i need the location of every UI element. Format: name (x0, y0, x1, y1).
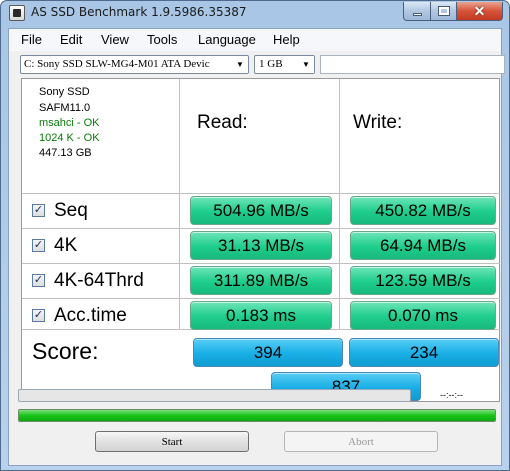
driver-status: msahci - OK (39, 117, 100, 129)
menu-file[interactable]: File (21, 32, 42, 47)
write-column-header: Write: (353, 112, 403, 133)
row-divider (22, 228, 500, 229)
write-score: 234 (349, 338, 499, 367)
4k-label: 4K (54, 235, 78, 256)
menu-help[interactable]: Help (273, 32, 300, 47)
abort-button[interactable]: Abort (284, 431, 438, 452)
menu-bar: File Edit View Tools Language Help (9, 29, 501, 51)
drive-name: Sony SSD (39, 86, 90, 98)
chevron-down-icon[interactable]: ▼ (298, 56, 314, 73)
title-bar[interactable]: AS SSD Benchmark 1.9.5986.35387 ✕ (1, 1, 509, 27)
acctime-checkbox[interactable]: ✓ (32, 309, 45, 322)
status-field (320, 55, 505, 74)
chevron-down-icon[interactable]: ▼ (232, 56, 248, 73)
menu-tools[interactable]: Tools (147, 32, 177, 47)
menu-view[interactable]: View (101, 32, 129, 47)
read-score: 394 (193, 338, 343, 367)
4k-write-result: 64.94 MB/s (350, 231, 496, 260)
elapsed-time: --:--:-- (440, 390, 463, 400)
row-divider (22, 263, 500, 264)
minimize-icon (412, 12, 422, 16)
drive-select[interactable]: C: Sony SSD SLW-MG4-M01 ATA Devic ▼ (20, 55, 249, 74)
4k64-write-result: 123.59 MB/s (350, 266, 496, 295)
column-divider (179, 79, 180, 329)
app-window: AS SSD Benchmark 1.9.5986.35387 ✕ File E… (0, 0, 510, 471)
score-label: Score: (32, 338, 99, 364)
4k-checkbox[interactable]: ✓ (32, 239, 45, 252)
test-size-select[interactable]: 1 GB ▼ (254, 55, 315, 74)
app-icon[interactable] (9, 5, 25, 21)
seq-label: Seq (54, 200, 88, 221)
close-icon: ✕ (473, 2, 486, 19)
drive-select-value: C: Sony SSD SLW-MG4-M01 ATA Devic (24, 58, 210, 70)
close-button[interactable]: ✕ (456, 2, 503, 21)
acctime-label: Acc.time (54, 305, 127, 326)
4k64-read-result: 311.89 MB/s (190, 266, 332, 295)
acctime-read-result: 0.183 ms (190, 301, 332, 330)
start-button[interactable]: Start (95, 431, 249, 452)
overall-progress-bar (18, 409, 496, 422)
results-grid: Sony SSD SAFM11.0 msahci - OK 1024 K - O… (21, 78, 500, 402)
test-size-value: 1 GB (259, 58, 283, 70)
maximize-icon (437, 6, 450, 16)
row-divider (22, 298, 500, 299)
seq-write-result: 450.82 MB/s (350, 196, 496, 225)
test-progress-bar (18, 389, 411, 402)
window-title: AS SSD Benchmark 1.9.5986.35387 (31, 5, 247, 19)
seq-checkbox[interactable]: ✓ (32, 204, 45, 217)
drive-firmware: SAFM11.0 (39, 102, 91, 114)
4k64-label: 4K-64Thrd (54, 270, 144, 291)
read-column-header: Read: (197, 112, 248, 133)
menu-edit[interactable]: Edit (60, 32, 82, 47)
maximize-button[interactable] (430, 2, 457, 21)
drive-capacity: 447.13 GB (39, 147, 92, 159)
4k-read-result: 31.13 MB/s (190, 231, 332, 260)
column-divider (339, 79, 340, 329)
minimize-button[interactable] (403, 2, 431, 21)
row-divider (22, 193, 500, 194)
menu-language[interactable]: Language (198, 32, 256, 47)
overall-progress-fill (19, 410, 495, 421)
4k64-checkbox[interactable]: ✓ (32, 274, 45, 287)
acctime-write-result: 0.070 ms (350, 301, 496, 330)
alignment-status: 1024 K - OK (39, 132, 100, 144)
seq-read-result: 504.96 MB/s (190, 196, 332, 225)
client-area: File Edit View Tools Language Help C: So… (8, 28, 505, 466)
